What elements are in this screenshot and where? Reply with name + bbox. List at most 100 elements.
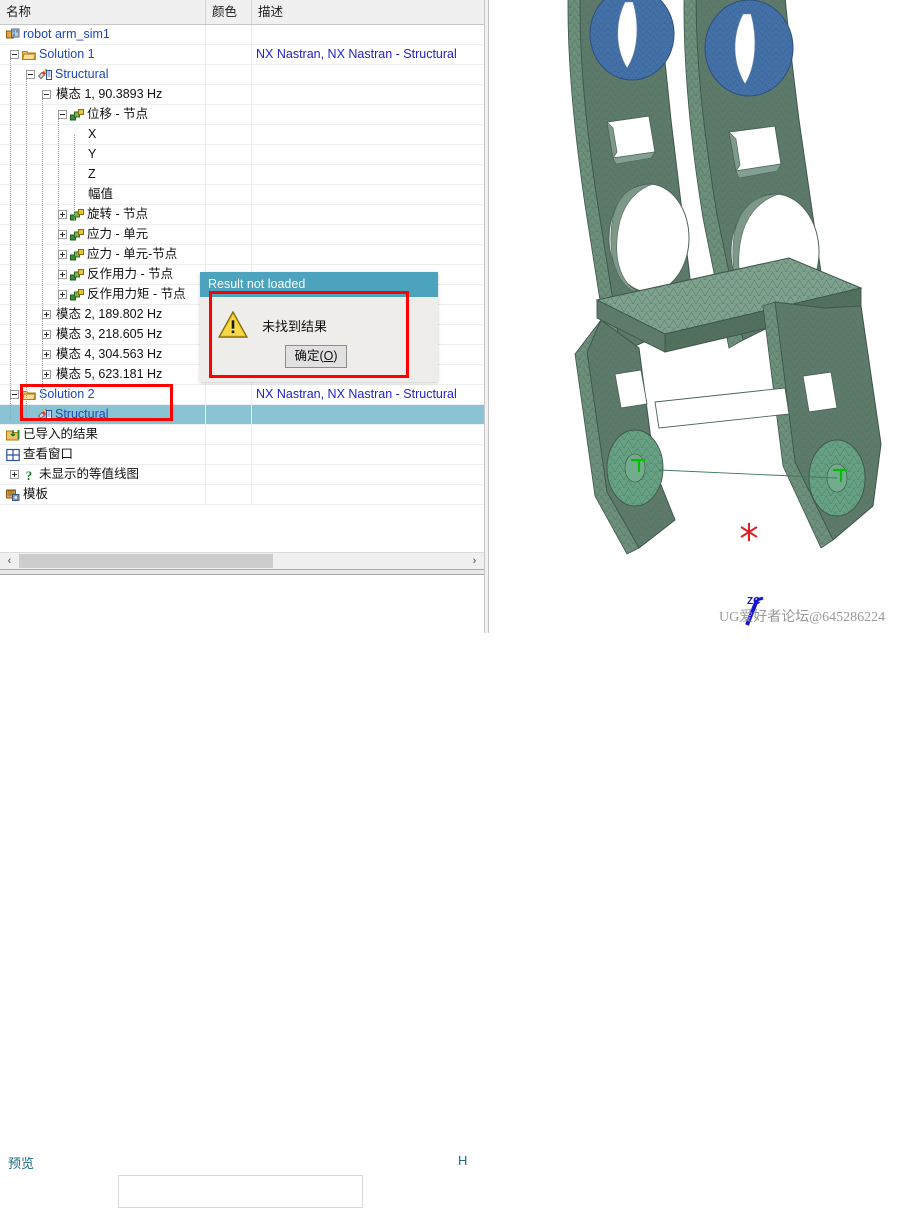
tree-cell-name: 模态 5, 623.181 Hz bbox=[0, 365, 206, 384]
tree-cell-color bbox=[206, 125, 252, 144]
horizontal-scrollbar[interactable]: ‹ › bbox=[0, 552, 484, 569]
preview-handle-label[interactable]: H bbox=[458, 1153, 467, 1168]
tree-cell-description bbox=[252, 225, 484, 244]
expand-icon[interactable] bbox=[10, 470, 19, 479]
tree-guide-line bbox=[58, 115, 60, 320]
tree-cell-color bbox=[206, 445, 252, 464]
tree-row-disp-x[interactable]: X bbox=[0, 125, 484, 145]
tree-row-label: 幅值 bbox=[88, 187, 114, 201]
tree-row-templates[interactable]: 模板 bbox=[0, 485, 484, 505]
tree-row-disp-z[interactable]: Z bbox=[0, 165, 484, 185]
tree-row-label: 反作用力矩 - 节点 bbox=[87, 287, 186, 301]
tree-cell-description bbox=[252, 65, 484, 84]
tree-cell-name: Structural bbox=[0, 405, 206, 424]
tree-cell-description: NX Nastran, NX Nastran - Structural bbox=[256, 387, 457, 401]
tree-row-structural-2[interactable]: Structural bbox=[0, 405, 484, 425]
tree-cell-name: X bbox=[0, 125, 206, 144]
scroll-left-arrow-icon[interactable]: ‹ bbox=[1, 553, 18, 569]
tree-row-label: 模态 2, 189.802 Hz bbox=[56, 307, 163, 321]
tree-cell-color bbox=[206, 105, 252, 124]
tree-row-imported-results[interactable]: 已导入的结果 bbox=[0, 425, 484, 445]
tree-cell-name: 旋转 - 节点 bbox=[0, 205, 206, 224]
column-header-name[interactable]: 名称 bbox=[0, 0, 206, 24]
tree-cell-name: Solution 2 bbox=[0, 385, 206, 404]
tree-row-solution-2[interactable]: Solution 2 NX Nastran, NX Nastran - Struc… bbox=[0, 385, 484, 405]
tree-cell-description bbox=[252, 25, 484, 44]
tree-cell-name: 查看窗口 bbox=[0, 445, 206, 464]
tree-cell-name: 幅值 bbox=[0, 185, 206, 204]
ok-suffix: ) bbox=[333, 349, 338, 363]
tree-cell-name: 模态 1, 90.3893 Hz bbox=[0, 85, 206, 104]
question-icon: ? bbox=[22, 468, 36, 482]
tree-row-label: Y bbox=[88, 147, 97, 161]
tree-cell-name: robot arm_sim1 bbox=[0, 25, 206, 44]
tree-cell-color bbox=[206, 65, 252, 84]
tree-row-rotation-nodal[interactable]: 旋转 - 节点 bbox=[0, 205, 484, 225]
tree-row-view-windows[interactable]: 查看窗口 bbox=[0, 445, 484, 465]
import-icon bbox=[6, 428, 20, 442]
tree-cell-color bbox=[206, 185, 252, 204]
ok-mnemonic: O bbox=[323, 349, 334, 363]
tree-guide-line bbox=[10, 55, 12, 420]
tree-row-displacement-nodal[interactable]: 位移 - 节点 bbox=[0, 105, 484, 125]
result-icon bbox=[70, 228, 84, 242]
tree-row-robot-arm-sim1[interactable]: robot arm_sim1 bbox=[0, 25, 484, 45]
tree-cell-color bbox=[206, 425, 252, 444]
dialog-ok-button[interactable]: 确定(O) bbox=[285, 345, 347, 368]
tree-cell-description bbox=[252, 85, 484, 104]
tree-cell-name: 反作用力矩 - 节点 bbox=[0, 285, 206, 304]
tree-row-label: Solution 1 bbox=[39, 47, 95, 61]
tree-cell-description bbox=[252, 425, 484, 444]
result-icon bbox=[70, 288, 84, 302]
tree-row-label: Z bbox=[88, 167, 96, 181]
preview-title: 预览 bbox=[8, 1156, 35, 1171]
tree-row-undisplayed-contour[interactable]: ? 未显示的等值线图 bbox=[0, 465, 484, 485]
tree-cell-description bbox=[252, 105, 484, 124]
tree-guide-line bbox=[74, 135, 76, 220]
tree-cell-name: 位移 - 节点 bbox=[0, 105, 206, 124]
tree-row-label: 模态 5, 623.181 Hz bbox=[56, 367, 163, 381]
tree-cell-name: Y bbox=[0, 145, 206, 164]
tree-column-headers: 名称 颜色 描述 bbox=[0, 0, 484, 25]
tree-row-stress-elemental[interactable]: 应力 - 单元 bbox=[0, 225, 484, 245]
tree-row-solution-1[interactable]: Solution 1 NX Nastran, NX Nastran - Struc… bbox=[0, 45, 484, 65]
tree-cell-description bbox=[252, 405, 484, 424]
graphics-viewport[interactable]: . . . ZC UG爱好者论坛@645286224 bbox=[489, 0, 923, 633]
tree-cell-description: NX Nastran, NX Nastran - Structural bbox=[256, 47, 457, 61]
dialog-message: 未找到结果 bbox=[262, 319, 328, 334]
tree-cell-color bbox=[206, 45, 252, 64]
tree-row-label: robot arm_sim1 bbox=[23, 27, 110, 41]
tree-row-stress-elem-nodal[interactable]: 应力 - 单元-节点 bbox=[0, 245, 484, 265]
tree-row-label: X bbox=[88, 127, 97, 141]
structural-icon bbox=[38, 68, 52, 82]
tree-row-label: 旋转 - 节点 bbox=[87, 207, 149, 221]
result-icon bbox=[70, 108, 84, 122]
tree-cell-description bbox=[252, 245, 484, 264]
scroll-right-arrow-icon[interactable]: › bbox=[466, 553, 483, 569]
scrollbar-thumb[interactable] bbox=[19, 554, 273, 568]
tree-row-disp-y[interactable]: Y bbox=[0, 145, 484, 165]
template-icon bbox=[6, 488, 20, 502]
tree-row-mode-1[interactable]: 模态 1, 90.3893 Hz bbox=[0, 85, 484, 105]
window-icon bbox=[6, 448, 20, 462]
tree-cell-name: 模板 bbox=[0, 485, 206, 504]
svg-text:?: ? bbox=[26, 468, 33, 482]
result-not-loaded-dialog[interactable]: Result not loaded 未找到结果 确定(O) bbox=[200, 272, 438, 382]
tree-row-disp-magnitude[interactable]: 幅值 bbox=[0, 185, 484, 205]
tree-row-structural-1[interactable]: Structural bbox=[0, 65, 484, 85]
red-asterisk-marker bbox=[740, 523, 758, 541]
tree-guide-line bbox=[26, 75, 28, 420]
tree-cell-description bbox=[252, 185, 484, 204]
column-header-color[interactable]: 颜色 bbox=[206, 0, 252, 24]
tree-row-label: 已导入的结果 bbox=[23, 427, 99, 441]
tree-cell-color bbox=[206, 405, 252, 424]
tree-cell-description bbox=[252, 125, 484, 144]
tree-cell-color bbox=[206, 225, 252, 244]
column-header-description[interactable]: 描述 bbox=[252, 0, 484, 24]
tree-cell-color bbox=[206, 85, 252, 104]
tree-cell-color bbox=[206, 385, 252, 404]
tree-cell-name: Z bbox=[0, 165, 206, 184]
dialog-title-bar: Result not loaded bbox=[200, 272, 438, 297]
tree-row-label: 应力 - 单元-节点 bbox=[87, 247, 178, 261]
tree-cell-name: 模态 2, 189.802 Hz bbox=[0, 305, 206, 324]
